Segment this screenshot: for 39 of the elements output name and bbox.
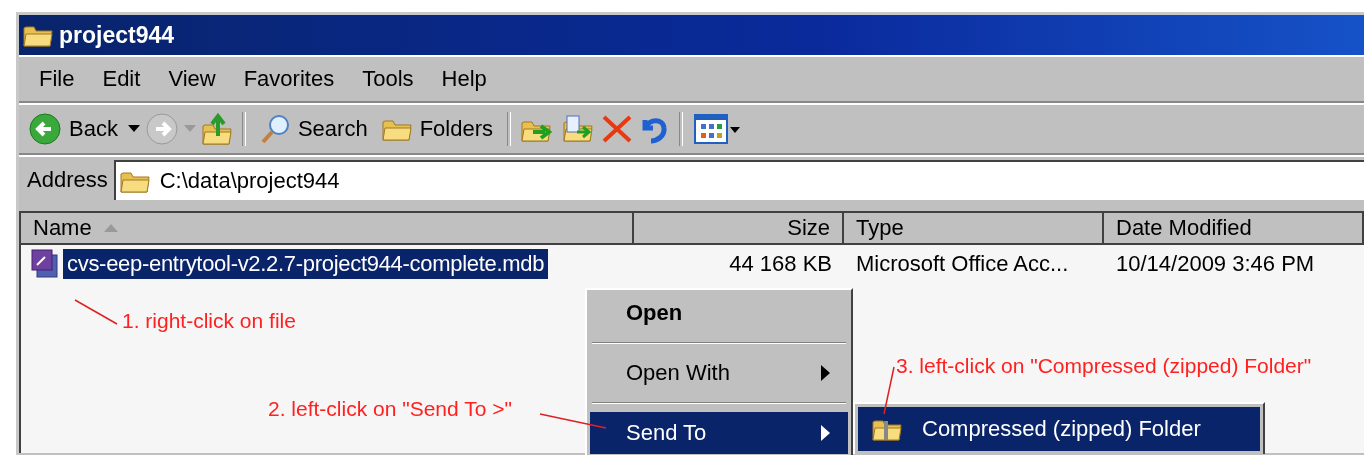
menu-item[interactable]: View xyxy=(154,66,230,92)
menu-item[interactable]: Edit xyxy=(88,66,155,92)
back-button[interactable]: Back xyxy=(25,111,122,147)
date-modified: 10/14/2009 3:46 PM xyxy=(1115,251,1316,277)
column-header[interactable]: Name xyxy=(21,213,634,245)
menu-item[interactable]: Compressed (zipped) Folder xyxy=(858,407,1260,451)
menu-item[interactable]: Tools xyxy=(348,66,428,92)
menu-item[interactable]: Help xyxy=(427,66,501,92)
submenu-arrow-icon xyxy=(821,425,830,441)
leader-line xyxy=(539,413,607,429)
folders-button[interactable]: Folders xyxy=(377,114,497,144)
column-header[interactable]: Date Modified xyxy=(1104,213,1364,245)
window-title: project944 xyxy=(59,21,175,49)
database-file-icon xyxy=(31,249,61,279)
menu-item[interactable]: Send To xyxy=(590,412,848,454)
address-label: Address xyxy=(27,167,108,193)
leader-line xyxy=(883,366,895,415)
menu-item[interactable]: Favorites xyxy=(229,66,349,92)
annotation: 2. left-click on "Send To >" xyxy=(268,397,512,421)
submenu-arrow-icon xyxy=(821,365,830,381)
annotation: 3. left-click on "Compressed (zipped) Folder" xyxy=(896,354,1312,378)
file-name[interactable]: cvs-eep-entrytool-v2.2.7-project944-complete.mdb xyxy=(63,249,549,279)
menu-item[interactable]: Open With xyxy=(590,352,848,394)
delete-icon[interactable] xyxy=(601,114,633,144)
views-icon[interactable] xyxy=(693,113,741,145)
search-icon xyxy=(259,114,290,144)
search-button[interactable]: Search xyxy=(255,112,372,146)
annotation: 1. right-click on file xyxy=(122,309,296,333)
copy-to-icon[interactable] xyxy=(561,114,595,144)
file-type: Microsoft Office Acc... xyxy=(855,251,1070,277)
column-header[interactable]: Type xyxy=(844,213,1104,245)
caret-icon[interactable] xyxy=(127,125,140,133)
leader-line xyxy=(74,299,118,325)
up-folder-icon[interactable] xyxy=(201,112,232,146)
menu-item[interactable]: Open xyxy=(590,292,848,334)
address-field[interactable]: C:\data\project944 xyxy=(113,160,1364,200)
menu-item[interactable]: File xyxy=(25,66,89,92)
column-header[interactable]: Size xyxy=(634,213,844,245)
file-size: 44 168 KB xyxy=(728,251,833,277)
